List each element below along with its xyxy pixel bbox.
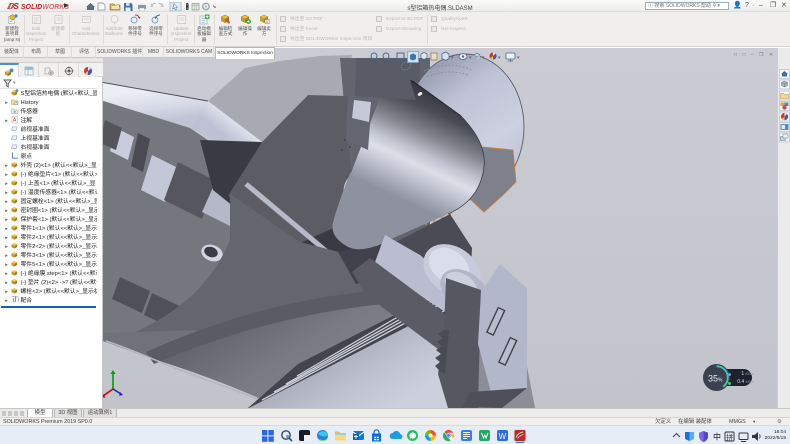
svg-text:▾: ▾ bbox=[517, 55, 520, 61]
svg-text:35%: 35% bbox=[708, 374, 723, 384]
svg-text:▾: ▾ bbox=[498, 55, 501, 61]
svg-text:▾: ▾ bbox=[451, 55, 454, 61]
svg-text:A: A bbox=[13, 118, 17, 124]
svg-text:W: W bbox=[499, 432, 507, 441]
svg-text:▾: ▾ bbox=[482, 55, 485, 61]
svg-text:中: 中 bbox=[713, 432, 721, 442]
svg-text:拼: 拼 bbox=[726, 433, 733, 442]
svg-text:▾: ▾ bbox=[469, 55, 472, 61]
